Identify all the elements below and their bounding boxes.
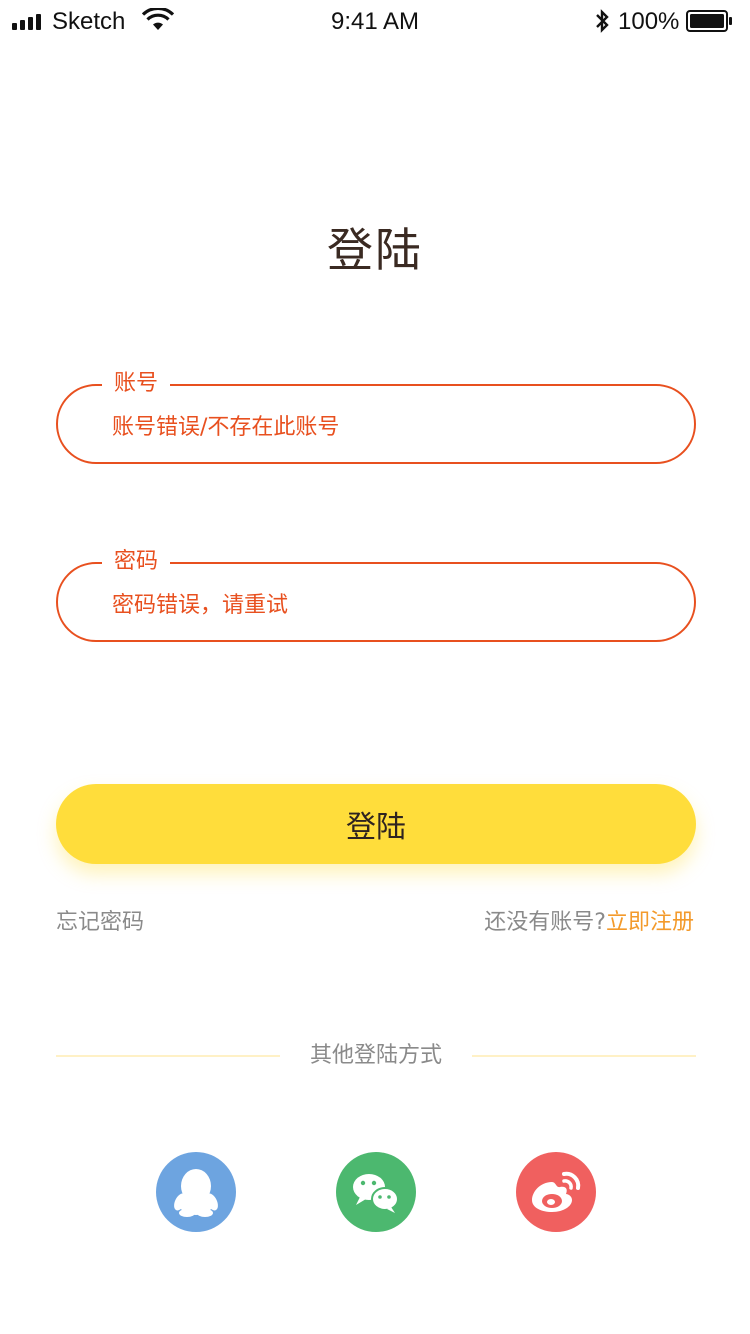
wechat-icon [353,1174,399,1213]
register-link[interactable]: 立即注册 [606,910,694,935]
login-button[interactable]: 登陆 [56,784,696,864]
account-label: 账号 [102,367,171,401]
no-account-text: 还没有账号? [484,910,606,935]
qq-icon [174,1169,218,1217]
page-title: 登陆 [327,223,423,277]
password-label: 密码 [102,545,171,579]
account-field: 账号 [56,367,696,464]
forgot-password-link[interactable]: 忘记密码 [56,904,144,936]
password-input[interactable] [112,584,672,622]
other-login-divider: 其他登陆方式 [56,1040,696,1072]
wechat-login-button[interactable] [336,1152,416,1232]
divider-line-right [472,1055,696,1057]
password-field: 密码 [56,545,696,642]
weibo-icon [532,1171,581,1212]
weibo-login-button[interactable] [516,1152,596,1232]
login-screen: Sketch 9:41 AM 100% 登陆 账号 账号错误/不存在此账号 密码… [0,0,750,1334]
battery-icon [686,10,732,32]
account-input[interactable] [112,406,672,444]
status-bar: Sketch 9:41 AM 100% [0,0,750,44]
bluetooth-icon [594,8,610,41]
qq-login-button[interactable] [156,1152,236,1232]
register-row: 还没有账号?立即注册 [484,904,694,936]
battery-percent: 100% [618,8,680,35]
